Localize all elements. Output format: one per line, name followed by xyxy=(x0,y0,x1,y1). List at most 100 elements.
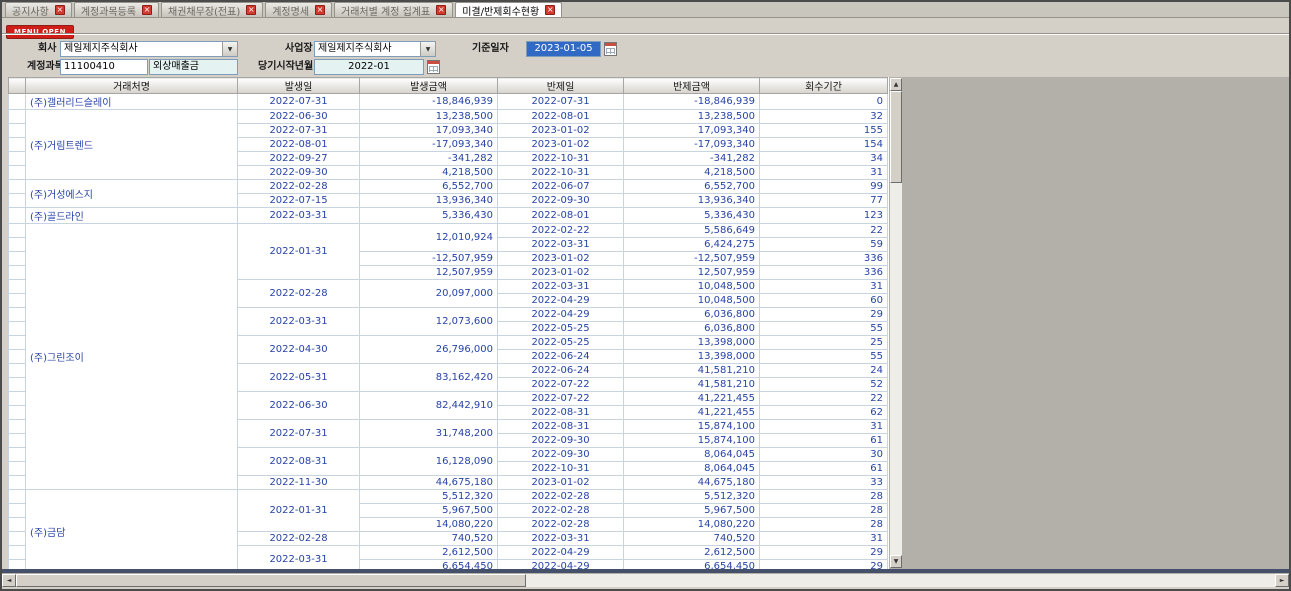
calendar-icon[interactable] xyxy=(604,42,617,56)
occurrence-amount-cell[interactable]: 44,675,180 xyxy=(360,476,498,490)
settlement-date-cell[interactable]: 2022-09-30 xyxy=(498,194,624,208)
settlement-date-cell[interactable]: 2022-04-29 xyxy=(498,546,624,560)
tab-0[interactable]: 공지사항× xyxy=(5,2,72,17)
collection-days-cell[interactable]: 24 xyxy=(760,364,888,378)
occurrence-date-cell[interactable]: 2022-03-31 xyxy=(238,546,360,570)
occurrence-amount-cell[interactable]: -17,093,340 xyxy=(360,138,498,152)
settlement-amount-cell[interactable]: -341,282 xyxy=(624,152,760,166)
collection-days-cell[interactable]: 52 xyxy=(760,378,888,392)
scroll-left-icon[interactable]: ◄ xyxy=(2,574,16,587)
row-selector[interactable] xyxy=(9,350,26,364)
occurrence-date-cell[interactable]: 2022-05-31 xyxy=(238,364,360,392)
settlement-date-cell[interactable]: 2022-05-25 xyxy=(498,322,624,336)
settlement-amount-cell[interactable]: 41,221,455 xyxy=(624,406,760,420)
row-selector[interactable] xyxy=(9,124,26,138)
occurrence-amount-cell[interactable]: 5,512,320 xyxy=(360,490,498,504)
occurrence-date-cell[interactable]: 2022-09-30 xyxy=(238,166,360,180)
settlement-date-cell[interactable]: 2022-09-30 xyxy=(498,434,624,448)
settlement-date-cell[interactable]: 2022-04-29 xyxy=(498,560,624,570)
settlement-amount-cell[interactable]: 14,080,220 xyxy=(624,518,760,532)
collection-days-cell[interactable]: 77 xyxy=(760,194,888,208)
settlement-amount-cell[interactable]: 13,238,500 xyxy=(624,110,760,124)
occurrence-date-cell[interactable]: 2022-02-28 xyxy=(238,280,360,308)
tab-5[interactable]: 미결/반제회수현황× xyxy=(455,2,562,17)
collection-days-cell[interactable]: 33 xyxy=(760,476,888,490)
row-selector[interactable] xyxy=(9,378,26,392)
tab-close-icon[interactable]: × xyxy=(142,5,152,15)
occurrence-amount-cell[interactable]: 2,612,500 xyxy=(360,546,498,560)
occurrence-amount-cell[interactable]: 14,080,220 xyxy=(360,518,498,532)
row-selector[interactable] xyxy=(9,518,26,532)
occurrence-amount-cell[interactable]: 12,073,600 xyxy=(360,308,498,336)
row-selector[interactable] xyxy=(9,280,26,294)
row-selector[interactable] xyxy=(9,294,26,308)
occurrence-date-cell[interactable]: 2022-09-27 xyxy=(238,152,360,166)
settlement-date-cell[interactable]: 2022-07-31 xyxy=(498,94,624,110)
company-select[interactable]: 제일제지주식회사 ▼ xyxy=(60,41,238,57)
occurrence-date-cell[interactable]: 2022-08-01 xyxy=(238,138,360,152)
occurrence-amount-cell[interactable]: 4,218,500 xyxy=(360,166,498,180)
calendar-icon[interactable] xyxy=(427,60,440,74)
settlement-amount-cell[interactable]: 44,675,180 xyxy=(624,476,760,490)
occurrence-amount-cell[interactable]: 740,520 xyxy=(360,532,498,546)
collection-days-cell[interactable]: 61 xyxy=(760,434,888,448)
occurrence-amount-cell[interactable]: 82,442,910 xyxy=(360,392,498,420)
occurrence-amount-cell[interactable]: 12,010,924 xyxy=(360,224,498,252)
row-selector[interactable] xyxy=(9,138,26,152)
scroll-up-icon[interactable]: ▲ xyxy=(890,78,902,91)
settlement-amount-cell[interactable]: 8,064,045 xyxy=(624,462,760,476)
collection-days-cell[interactable]: 28 xyxy=(760,518,888,532)
occurrence-amount-cell[interactable]: -12,507,959 xyxy=(360,252,498,266)
row-selector[interactable] xyxy=(9,208,26,224)
occurrence-date-cell[interactable]: 2022-04-30 xyxy=(238,336,360,364)
dropdown-arrow-icon[interactable]: ▼ xyxy=(420,42,435,56)
occurrence-date-cell[interactable]: 2022-08-31 xyxy=(238,448,360,476)
occurrence-amount-cell[interactable]: 17,093,340 xyxy=(360,124,498,138)
row-selector[interactable] xyxy=(9,560,26,570)
collection-days-cell[interactable]: 60 xyxy=(760,294,888,308)
collection-days-cell[interactable]: 22 xyxy=(760,392,888,406)
customer-name-cell[interactable]: (주)그린조이 xyxy=(26,224,238,490)
base-date-input[interactable]: 2023-01-05 xyxy=(526,41,601,57)
row-selector[interactable] xyxy=(9,406,26,420)
settlement-date-cell[interactable]: 2022-08-31 xyxy=(498,406,624,420)
occurrence-amount-cell[interactable]: 31,748,200 xyxy=(360,420,498,448)
settlement-date-cell[interactable]: 2022-06-24 xyxy=(498,350,624,364)
occurrence-amount-cell[interactable]: 26,796,000 xyxy=(360,336,498,364)
occurrence-date-cell[interactable]: 2022-03-31 xyxy=(238,208,360,224)
occurrence-amount-cell[interactable]: 5,336,430 xyxy=(360,208,498,224)
occurrence-amount-cell[interactable]: 13,238,500 xyxy=(360,110,498,124)
settlement-date-cell[interactable]: 2023-01-02 xyxy=(498,138,624,152)
tab-close-icon[interactable]: × xyxy=(55,5,65,15)
settlement-amount-cell[interactable]: 5,586,649 xyxy=(624,224,760,238)
occurrence-date-cell[interactable]: 2022-01-31 xyxy=(238,224,360,280)
collection-days-cell[interactable]: 154 xyxy=(760,138,888,152)
occurrence-amount-cell[interactable]: 5,967,500 xyxy=(360,504,498,518)
settlement-amount-cell[interactable]: 41,221,455 xyxy=(624,392,760,406)
collection-days-cell[interactable]: 123 xyxy=(760,208,888,224)
collection-days-cell[interactable]: 25 xyxy=(760,336,888,350)
settlement-date-cell[interactable]: 2022-03-31 xyxy=(498,280,624,294)
settlement-date-cell[interactable]: 2022-08-01 xyxy=(498,208,624,224)
occurrence-amount-cell[interactable]: 6,654,450 xyxy=(360,560,498,570)
settlement-date-cell[interactable]: 2023-01-02 xyxy=(498,266,624,280)
collection-days-cell[interactable]: 22 xyxy=(760,224,888,238)
row-selector[interactable] xyxy=(9,392,26,406)
collection-days-cell[interactable]: 31 xyxy=(760,280,888,294)
scroll-down-icon[interactable]: ▼ xyxy=(890,555,902,568)
occurrence-date-cell[interactable]: 2022-03-31 xyxy=(238,308,360,336)
collection-days-cell[interactable]: 34 xyxy=(760,152,888,166)
collection-days-cell[interactable]: 336 xyxy=(760,266,888,280)
tab-4[interactable]: 거래처별 계정 집계표× xyxy=(334,2,453,17)
settlement-date-cell[interactable]: 2022-10-31 xyxy=(498,462,624,476)
occurrence-amount-cell[interactable]: 83,162,420 xyxy=(360,364,498,392)
settlement-amount-cell[interactable]: 13,398,000 xyxy=(624,336,760,350)
settlement-amount-cell[interactable]: 10,048,500 xyxy=(624,280,760,294)
horizontal-scroll-thumb[interactable] xyxy=(16,574,526,587)
customer-name-cell[interactable]: (주)거림트렌드 xyxy=(26,110,238,180)
collection-days-cell[interactable]: 0 xyxy=(760,94,888,110)
settlement-date-cell[interactable]: 2022-07-22 xyxy=(498,392,624,406)
collection-days-cell[interactable]: 29 xyxy=(760,546,888,560)
settlement-date-cell[interactable]: 2022-03-31 xyxy=(498,532,624,546)
settlement-date-cell[interactable]: 2022-03-31 xyxy=(498,238,624,252)
